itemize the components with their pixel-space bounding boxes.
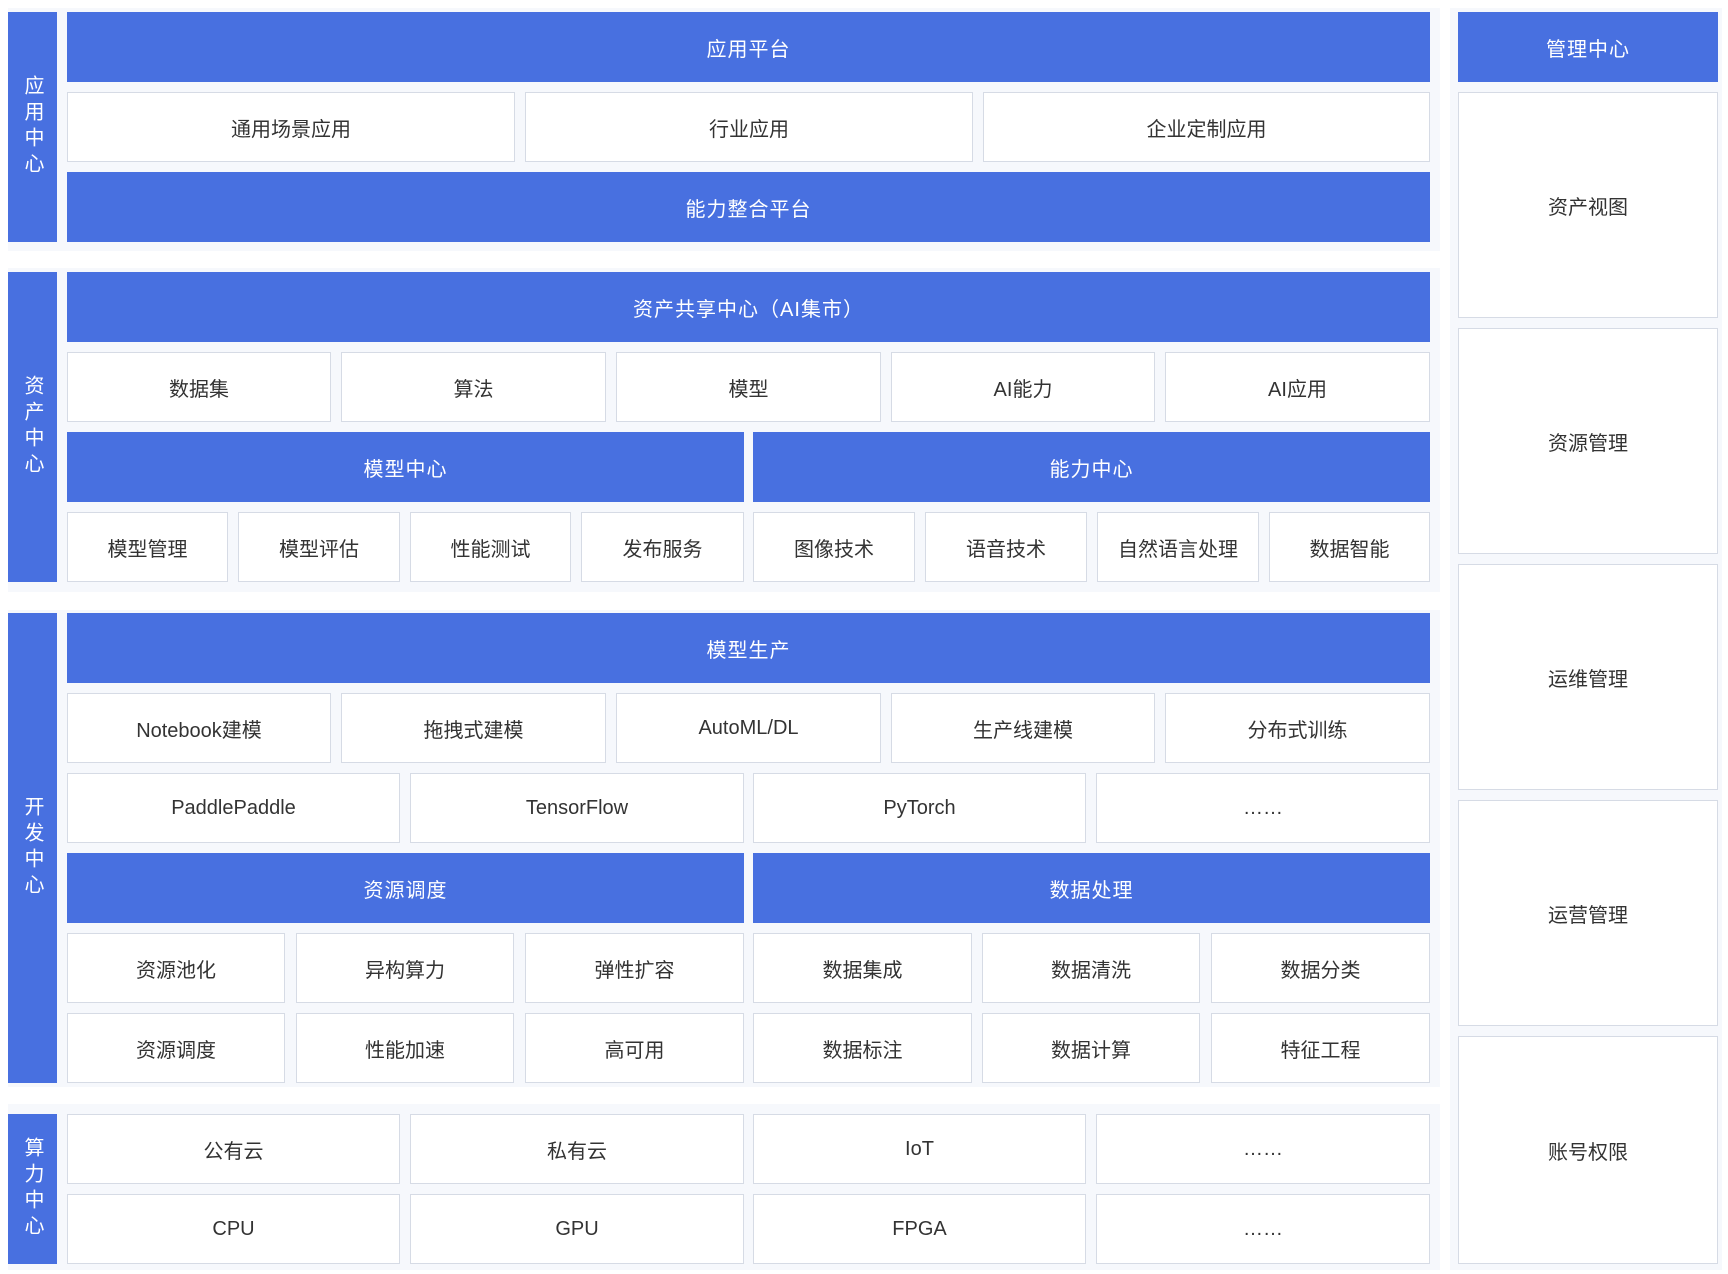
asset-item-ai-capability: AI能力 bbox=[891, 352, 1155, 422]
app-item-enterprise: 企业定制应用 bbox=[983, 92, 1430, 162]
framework-item-tensorflow: TensorFlow bbox=[410, 773, 744, 843]
data-processing-header: 数据处理 bbox=[753, 853, 1430, 923]
cloud-item-more: …… bbox=[1096, 1114, 1430, 1184]
scheduling-item-heterogeneous: 异构算力 bbox=[296, 933, 514, 1003]
hardware-item-more: …… bbox=[1096, 1194, 1430, 1264]
cloud-item-iot: IoT bbox=[753, 1114, 1086, 1184]
modeling-item-distributed: 分布式训练 bbox=[1165, 693, 1430, 763]
data-item-cleaning: 数据清洗 bbox=[982, 933, 1200, 1003]
model-center-header: 模型中心 bbox=[67, 432, 744, 502]
asset-item-ai-application: AI应用 bbox=[1165, 352, 1430, 422]
model-item-evaluation: 模型评估 bbox=[238, 512, 400, 582]
model-production-header: 模型生产 bbox=[67, 613, 1430, 683]
dev-center-label: 开发中心 bbox=[8, 613, 57, 1083]
hardware-item-cpu: CPU bbox=[67, 1194, 400, 1264]
scheduling-item-elastic: 弹性扩容 bbox=[525, 933, 744, 1003]
framework-item-paddlepaddle: PaddlePaddle bbox=[67, 773, 400, 843]
data-item-integration: 数据集成 bbox=[753, 933, 972, 1003]
scheduling-item-scheduling: 资源调度 bbox=[67, 1013, 285, 1083]
asset-item-dataset: 数据集 bbox=[67, 352, 331, 422]
data-item-annotation: 数据标注 bbox=[753, 1013, 972, 1083]
hardware-item-fpga: FPGA bbox=[753, 1194, 1086, 1264]
scheduling-item-acceleration: 性能加速 bbox=[296, 1013, 514, 1083]
asset-item-algorithm: 算法 bbox=[341, 352, 606, 422]
model-item-publish-service: 发布服务 bbox=[581, 512, 744, 582]
framework-item-pytorch: PyTorch bbox=[753, 773, 1086, 843]
management-item-operating: 运营管理 bbox=[1458, 800, 1718, 1026]
asset-sharing-header: 资产共享中心（AI集市） bbox=[67, 272, 1430, 342]
capability-item-nlp: 自然语言处理 bbox=[1097, 512, 1259, 582]
modeling-item-automl: AutoML/DL bbox=[616, 693, 881, 763]
app-item-general: 通用场景应用 bbox=[67, 92, 515, 162]
compute-center-label: 算力中心 bbox=[8, 1114, 57, 1264]
modeling-item-notebook: Notebook建模 bbox=[67, 693, 331, 763]
data-item-classification: 数据分类 bbox=[1211, 933, 1430, 1003]
model-item-performance-test: 性能测试 bbox=[410, 512, 571, 582]
asset-center-label: 资产中心 bbox=[8, 272, 57, 582]
framework-item-more: …… bbox=[1096, 773, 1430, 843]
capability-item-speech: 语音技术 bbox=[925, 512, 1087, 582]
capability-item-data-intelligence: 数据智能 bbox=[1269, 512, 1430, 582]
modeling-item-pipeline: 生产线建模 bbox=[891, 693, 1155, 763]
scheduling-item-high-availability: 高可用 bbox=[525, 1013, 744, 1083]
cloud-item-private: 私有云 bbox=[410, 1114, 744, 1184]
scheduling-item-pooling: 资源池化 bbox=[67, 933, 285, 1003]
data-item-feature-engineering: 特征工程 bbox=[1211, 1013, 1430, 1083]
cloud-item-public: 公有云 bbox=[67, 1114, 400, 1184]
management-item-resource: 资源管理 bbox=[1458, 328, 1718, 554]
management-item-asset-view: 资产视图 bbox=[1458, 92, 1718, 318]
app-item-industry: 行业应用 bbox=[525, 92, 973, 162]
management-item-operations: 运维管理 bbox=[1458, 564, 1718, 790]
capability-item-image: 图像技术 bbox=[753, 512, 915, 582]
asset-item-model: 模型 bbox=[616, 352, 881, 422]
app-platform-header: 应用平台 bbox=[67, 12, 1430, 82]
modeling-item-drag-drop: 拖拽式建模 bbox=[341, 693, 606, 763]
management-center-header: 管理中心 bbox=[1458, 12, 1718, 82]
hardware-item-gpu: GPU bbox=[410, 1194, 744, 1264]
integration-platform-header: 能力整合平台 bbox=[67, 172, 1430, 242]
model-item-management: 模型管理 bbox=[67, 512, 228, 582]
resource-scheduling-header: 资源调度 bbox=[67, 853, 744, 923]
management-item-account-permissions: 账号权限 bbox=[1458, 1036, 1718, 1264]
capability-center-header: 能力中心 bbox=[753, 432, 1430, 502]
data-item-computation: 数据计算 bbox=[982, 1013, 1200, 1083]
app-center-label: 应用中心 bbox=[8, 12, 57, 242]
